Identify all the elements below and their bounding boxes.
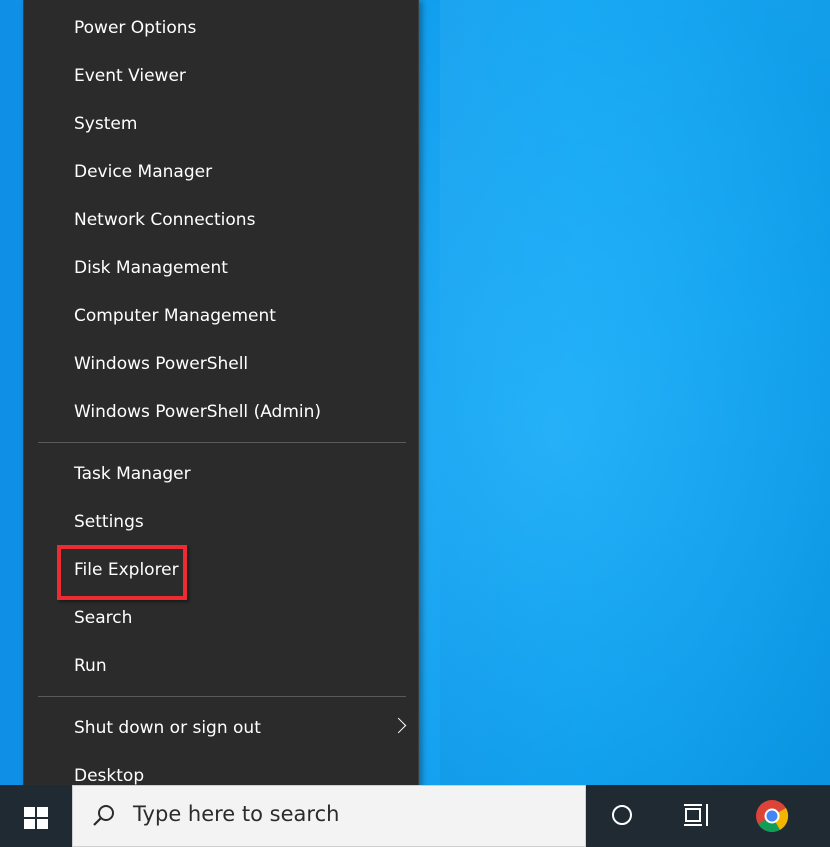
menu-item-run[interactable]: Run	[24, 642, 418, 690]
menu-item-label: Shut down or sign out	[74, 718, 261, 738]
task-view-icon	[684, 804, 708, 826]
menu-item-system[interactable]: System	[24, 100, 418, 148]
menu-item-event-viewer[interactable]: Event Viewer	[24, 52, 418, 100]
wallpaper-facet	[440, 0, 830, 785]
menu-item-shut-down-or-sign-out[interactable]: Shut down or sign out	[24, 704, 418, 752]
winx-power-user-menu: Power Options Event Viewer System Device…	[23, 0, 419, 809]
menu-item-network-connections[interactable]: Network Connections	[24, 196, 418, 244]
task-view-button[interactable]	[682, 801, 712, 831]
taskbar-search-box[interactable]: Type here to search	[72, 785, 586, 847]
start-button[interactable]	[0, 785, 72, 847]
chrome-taskbar-button[interactable]	[754, 798, 790, 834]
menu-separator	[38, 442, 406, 443]
cortana-icon	[612, 805, 632, 825]
menu-separator	[38, 696, 406, 697]
windows-start-icon	[24, 807, 48, 829]
file-explorer-highlight-box	[57, 545, 187, 600]
menu-item-disk-management[interactable]: Disk Management	[24, 244, 418, 292]
search-icon	[93, 805, 114, 826]
menu-item-settings[interactable]: Settings	[24, 498, 418, 546]
cortana-button[interactable]	[608, 801, 638, 831]
chevron-right-icon	[390, 717, 407, 734]
menu-item-search[interactable]: Search	[24, 594, 418, 642]
taskbar: Type here to search	[0, 785, 830, 847]
menu-item-windows-powershell-admin[interactable]: Windows PowerShell (Admin)	[24, 388, 418, 436]
menu-item-task-manager[interactable]: Task Manager	[24, 450, 418, 498]
menu-item-computer-management[interactable]: Computer Management	[24, 292, 418, 340]
menu-item-power-options[interactable]: Power Options	[24, 4, 418, 52]
chrome-icon	[756, 800, 789, 833]
search-placeholder: Type here to search	[133, 802, 340, 826]
menu-item-device-manager[interactable]: Device Manager	[24, 148, 418, 196]
menu-item-windows-powershell[interactable]: Windows PowerShell	[24, 340, 418, 388]
